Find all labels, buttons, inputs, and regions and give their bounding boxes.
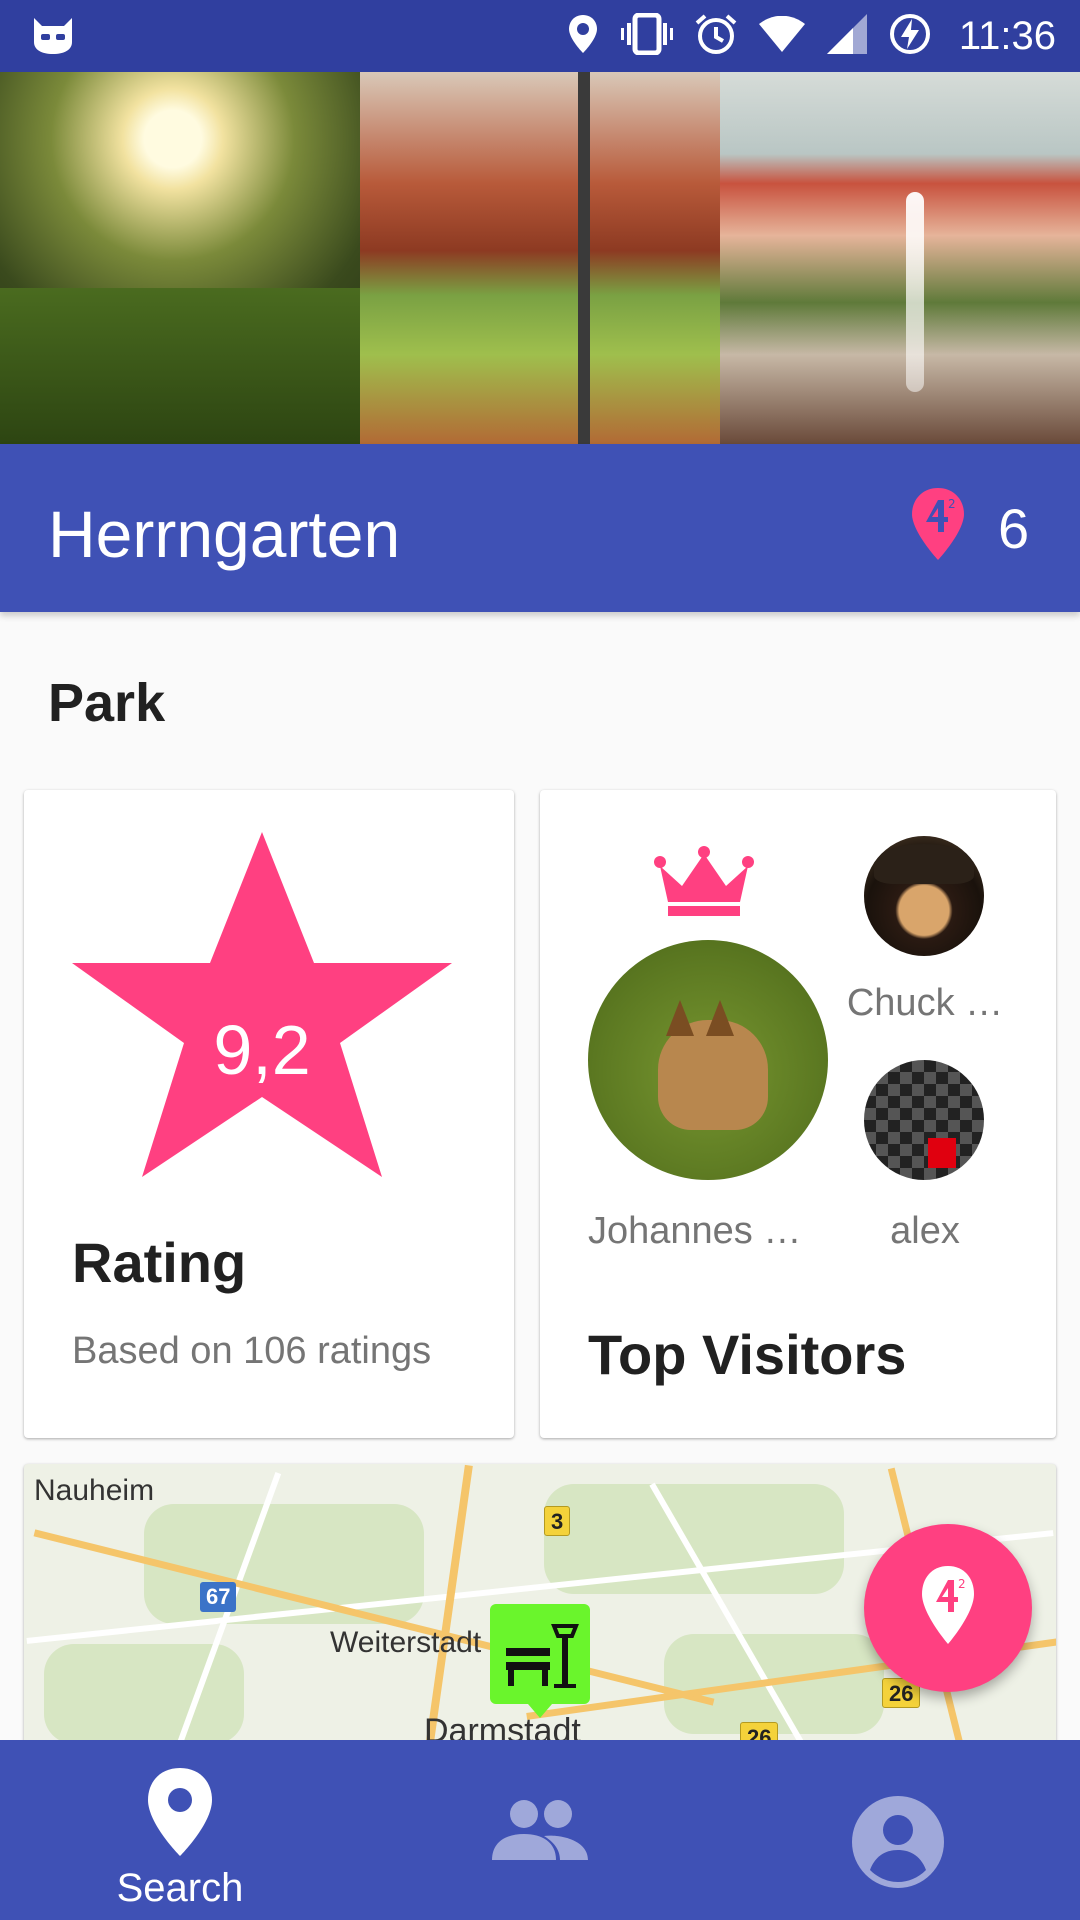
park-marker[interactable]: [490, 1604, 590, 1718]
park-bench-icon: [506, 1624, 579, 1688]
map-label-weiterstadt: Weiterstadt: [330, 1626, 482, 1659]
park-sunset-photo[interactable]: [0, 72, 360, 444]
visitor-name-alex: alex: [890, 1210, 960, 1252]
venue-header: Herrngarten 2 6: [0, 444, 1080, 612]
status-bar: 11:36: [0, 0, 1080, 72]
nav-friends[interactable]: [360, 1740, 720, 1920]
top-visitors-label: Top Visitors: [588, 1323, 907, 1386]
top-visitors-card[interactable]: Johannes … Chuck … alex Top Visitors: [540, 790, 1056, 1438]
location-pin-icon: [148, 1768, 212, 1856]
svg-text:2: 2: [958, 1577, 966, 1591]
avatar-alex[interactable]: [864, 1060, 984, 1180]
rating-value: 9,2: [213, 1011, 311, 1089]
palace-fountain-photo[interactable]: [720, 72, 1080, 444]
map-shield-3: 3: [544, 1506, 571, 1536]
photo-strip[interactable]: [0, 72, 1080, 444]
people-icon: [492, 1800, 588, 1860]
visitor-name-chuck: Chuck …: [846, 982, 1004, 1024]
avatar-johannes[interactable]: [588, 940, 828, 1180]
status-clock: 11:36: [958, 13, 1056, 58]
foursquared-pin-icon: 2: [908, 486, 968, 567]
nav-search-label: Search: [116, 1866, 244, 1910]
autumn-tree-photo[interactable]: [360, 72, 720, 444]
avatar-chuck[interactable]: [864, 836, 984, 956]
venue-title: Herrngarten: [48, 497, 401, 571]
vibrate-icon: [620, 12, 673, 60]
bottom-navigation: Search: [0, 1740, 1080, 1920]
wifi-icon: [758, 15, 805, 57]
svg-text:2: 2: [948, 497, 956, 511]
rating-count: Based on 106 ratings: [72, 1330, 432, 1372]
cyanogen-icon: [30, 16, 76, 61]
rating-label: Rating: [72, 1231, 247, 1294]
location-icon: [567, 13, 599, 60]
crown-icon: [654, 844, 754, 923]
checkins-count: 6: [998, 497, 1030, 560]
rating-star: 9,2: [72, 832, 452, 1192]
nav-search[interactable]: Search: [0, 1740, 360, 1920]
nav-profile[interactable]: [720, 1740, 1080, 1920]
foursquared-pin-icon: 2: [922, 1566, 974, 1644]
alarm-icon: [695, 13, 737, 60]
map-shield-67: 67: [200, 1582, 237, 1612]
signal-icon: [826, 13, 867, 59]
rating-card[interactable]: 9,2 Rating Based on 106 ratings: [24, 790, 514, 1438]
account-circle-icon: [852, 1796, 944, 1888]
checkin-fab[interactable]: 2: [864, 1524, 1032, 1692]
map-label-nauheim: Nauheim: [34, 1474, 155, 1507]
venue-category: Park: [48, 673, 166, 733]
visitor-name-johannes: Johannes …: [588, 1210, 802, 1252]
battery-charging-icon: [889, 13, 931, 60]
